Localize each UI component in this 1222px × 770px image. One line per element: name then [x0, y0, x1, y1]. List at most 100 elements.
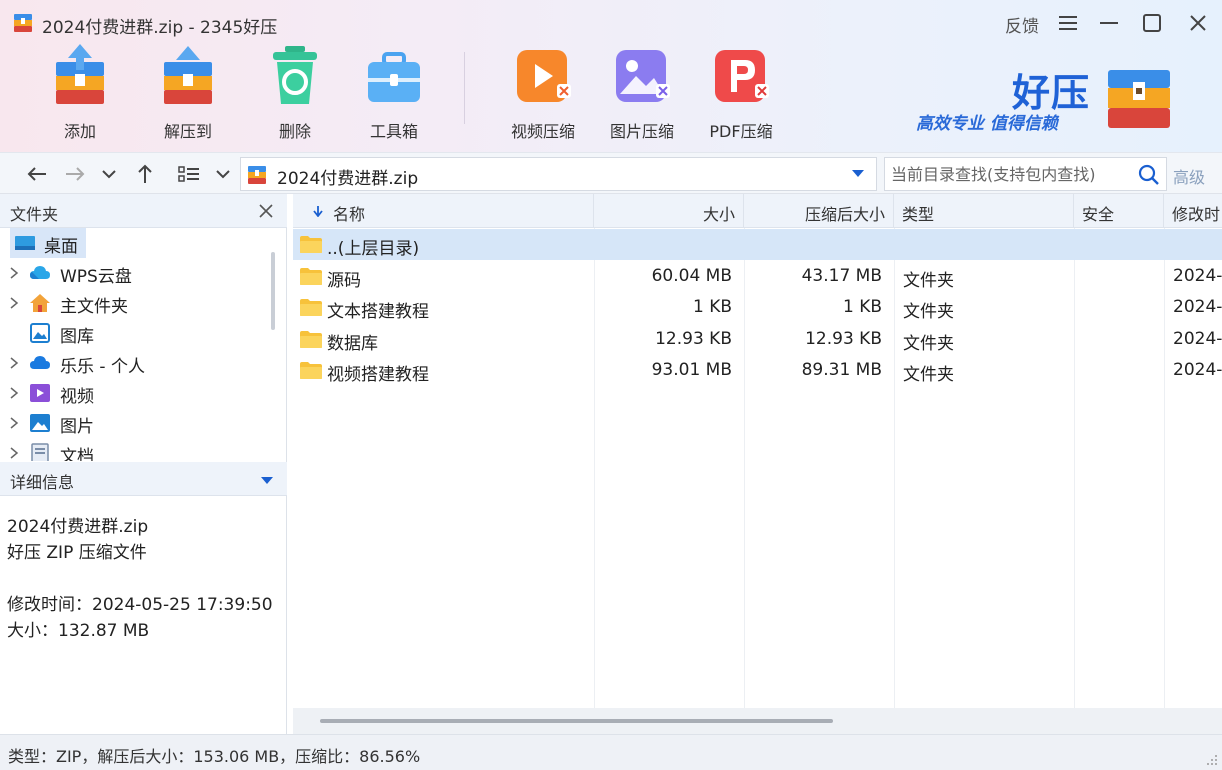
tree-item-onedrive[interactable]: 乐乐 - 个人: [0, 348, 262, 378]
column-header-size[interactable]: 大小: [594, 194, 744, 228]
horizontal-scroll-thumb[interactable]: [320, 719, 833, 723]
tree-label: 视频: [60, 387, 94, 407]
feedback-button[interactable]: 反馈: [1005, 12, 1039, 37]
home-icon: [30, 294, 50, 312]
desktop-icon: [15, 236, 35, 250]
tree-item-pictures[interactable]: 图片: [0, 408, 262, 438]
tree-label: WPS云盘: [60, 267, 132, 287]
history-chevron-down-icon[interactable]: [96, 161, 122, 187]
column-header-packed-size[interactable]: 压缩后大小: [744, 194, 894, 228]
add-button[interactable]: 添加: [32, 44, 128, 144]
column-label-modified: 修改时: [1172, 205, 1221, 224]
expand-chevron-icon[interactable]: [9, 296, 19, 310]
expand-chevron-icon[interactable]: [9, 266, 19, 280]
tree-label: 文档: [60, 447, 94, 461]
details-file-type: 好压 ZIP 压缩文件: [7, 543, 147, 563]
column-label-name: 名称: [333, 205, 366, 224]
forward-arrow-icon[interactable]: [62, 161, 88, 187]
maximize-icon[interactable]: [1137, 8, 1167, 38]
details-size: 大小：132.87 MB: [7, 621, 150, 641]
tree-item-home[interactable]: 主文件夹: [0, 288, 262, 318]
path-dropdown-icon[interactable]: [852, 170, 864, 177]
top-ribbon: 2024付费进群.zip - 2345好压 反馈 添加 解压到 删除 工具箱 视…: [0, 0, 1222, 152]
tree-item-desktop[interactable]: 桌面: [0, 228, 262, 258]
advanced-search-link[interactable]: 高级: [1173, 164, 1205, 188]
file-type: 文件夹: [903, 271, 954, 291]
expand-chevron-icon[interactable]: [9, 386, 19, 400]
folder-icon: [300, 236, 322, 253]
back-arrow-icon[interactable]: [24, 161, 50, 187]
search-box: [884, 157, 1167, 191]
file-row-parent-directory[interactable]: ..(上层目录): [293, 229, 1222, 260]
file-packed-size: 1 KB: [842, 297, 882, 317]
details-collapse-chevron-icon[interactable]: [261, 477, 273, 484]
status-text: 类型：ZIP，解压后大小：153.06 MB，压缩比：86.56%: [8, 747, 421, 766]
folder-tree-scrollbar[interactable]: [271, 252, 275, 330]
details-panel-title: 详细信息: [10, 473, 75, 492]
video-compress-label: 视频压缩: [510, 122, 575, 141]
path-bar[interactable]: 2024付费进群.zip: [240, 157, 877, 191]
column-header-security[interactable]: 安全: [1074, 194, 1164, 228]
extract-to-button[interactable]: 解压到: [140, 44, 236, 144]
pdf-compress-icon: [715, 50, 769, 102]
path-text: 2024付费进群.zip: [277, 169, 419, 189]
column-header-type[interactable]: 类型: [894, 194, 1074, 228]
toolbox-label: 工具箱: [369, 122, 418, 141]
file-list-panel: 名称 大小 压缩后大小 类型 安全 修改时 ..(上层目录) 源码 60.04 …: [293, 194, 1222, 734]
view-mode-chevron-down-icon[interactable]: [210, 161, 236, 187]
search-input[interactable]: [885, 158, 1133, 190]
resize-grip-icon[interactable]: [1204, 752, 1218, 766]
file-type: 文件夹: [903, 334, 954, 354]
file-name: 数据库: [327, 334, 378, 354]
folders-panel-header: 文件夹: [0, 194, 287, 228]
file-row[interactable]: 数据库 12.93 KB 12.93 KB 文件夹 2024-: [293, 324, 1222, 355]
extract-to-label: 解压到: [163, 122, 212, 141]
hamburger-menu-icon[interactable]: [1053, 8, 1083, 38]
file-size: 60.04 MB: [651, 266, 732, 286]
column-label-security: 安全: [1082, 205, 1115, 224]
toolbox-icon: [368, 52, 420, 102]
tree-item-gallery[interactable]: 图库: [0, 318, 262, 348]
tree-label: 乐乐 - 个人: [60, 357, 145, 377]
column-header-modified[interactable]: 修改时: [1164, 194, 1222, 228]
folders-panel-close-icon[interactable]: [257, 202, 275, 220]
folder-icon: [300, 299, 322, 316]
expand-chevron-icon[interactable]: [9, 416, 19, 430]
search-icon[interactable]: [1138, 164, 1160, 186]
video-compress-button[interactable]: 视频压缩: [495, 44, 591, 144]
tree-item-wps-cloud[interactable]: WPS云盘: [0, 258, 262, 288]
close-icon[interactable]: [1183, 8, 1213, 38]
column-header-name[interactable]: 名称: [293, 194, 594, 228]
file-row[interactable]: 源码 60.04 MB 43.17 MB 文件夹 2024-: [293, 261, 1222, 292]
delete-button[interactable]: 删除: [247, 44, 343, 144]
address-toolbar: 2024付费进群.zip 高级: [0, 152, 1222, 194]
file-name: 源码: [327, 271, 361, 291]
pdf-compress-label: PDF压缩: [709, 122, 773, 141]
toolbox-button[interactable]: 工具箱: [346, 44, 442, 144]
file-name: 视频搭建教程: [327, 365, 429, 385]
pictures-folder-icon: [30, 414, 50, 432]
video-compress-icon: [517, 50, 571, 102]
expand-chevron-icon[interactable]: [9, 446, 19, 460]
tree-item-videos[interactable]: 视频: [0, 378, 262, 408]
horizontal-scrollbar[interactable]: [293, 708, 1222, 734]
folder-tree: 桌面 WPS云盘 主文件夹 图库 乐乐 - 个人 视频 图片 文档: [0, 228, 287, 461]
image-compress-button[interactable]: 图片压缩: [594, 44, 690, 144]
file-packed-size: 89.31 MB: [801, 360, 882, 380]
image-compress-label: 图片压缩: [609, 122, 674, 141]
details-panel-header[interactable]: 详细信息: [0, 462, 287, 496]
expand-chevron-icon[interactable]: [9, 356, 19, 370]
folder-icon: [300, 362, 322, 379]
tree-label: 图库: [60, 327, 94, 347]
pdf-compress-button[interactable]: PDF压缩: [693, 44, 789, 144]
column-label-packed-size: 压缩后大小: [804, 205, 885, 224]
file-row[interactable]: 视频搭建教程 93.01 MB 89.31 MB 文件夹 2024-: [293, 355, 1222, 386]
file-list-header: 名称 大小 压缩后大小 类型 安全 修改时: [293, 194, 1222, 228]
file-modified: 2024-: [1173, 297, 1222, 317]
minimize-icon[interactable]: [1094, 8, 1124, 38]
file-row[interactable]: 文本搭建教程 1 KB 1 KB 文件夹 2024-: [293, 292, 1222, 323]
up-arrow-icon[interactable]: [132, 161, 158, 187]
tree-item-documents[interactable]: 文档: [0, 438, 262, 461]
details-body: 2024付费进群.zip 好压 ZIP 压缩文件 修改时间：2024-05-25…: [7, 514, 285, 644]
view-mode-icon[interactable]: [176, 161, 202, 187]
